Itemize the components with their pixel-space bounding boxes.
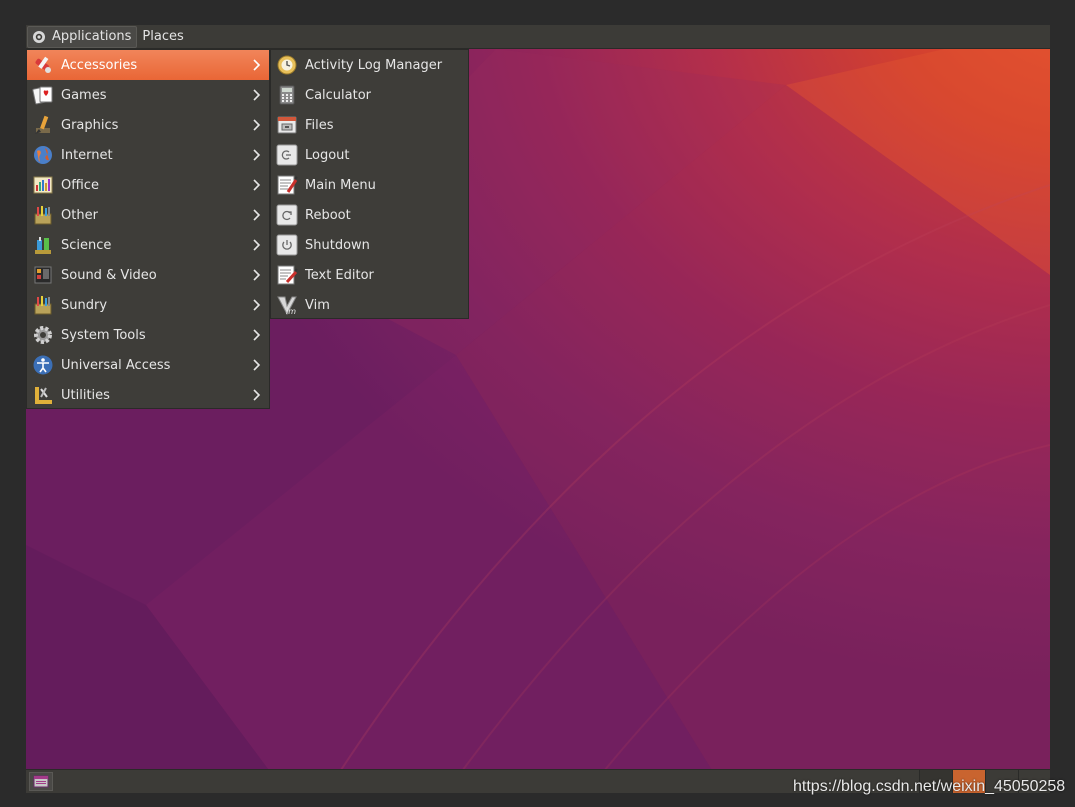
vim-icon: im bbox=[277, 296, 297, 316]
calculator-icon bbox=[279, 85, 295, 105]
internet-icon bbox=[34, 146, 52, 164]
graphics-icon bbox=[35, 115, 50, 134]
gnome-foot-icon bbox=[33, 30, 45, 43]
menu-item-label: Office bbox=[61, 177, 99, 193]
office-icon bbox=[33, 176, 53, 194]
menu-item-sundry[interactable]: Sundry bbox=[27, 290, 269, 320]
submenu-item-main-menu[interactable]: Main Menu bbox=[271, 170, 468, 200]
chevron-right-icon bbox=[253, 239, 261, 251]
utilities-icon bbox=[35, 387, 52, 404]
submenu-item-activity-log-manager[interactable]: Activity Log Manager bbox=[271, 50, 468, 80]
other-icon bbox=[34, 206, 52, 225]
menu-item-graphics[interactable]: Graphics bbox=[27, 110, 269, 140]
menu-item-label: Sound & Video bbox=[61, 267, 157, 283]
submenu-item-label: Vim bbox=[305, 297, 330, 313]
submenu-item-logout[interactable]: Logout bbox=[271, 140, 468, 170]
activity-log-icon bbox=[277, 55, 297, 75]
menu-item-games[interactable]: Games bbox=[27, 80, 269, 110]
submenu-item-files[interactable]: Files bbox=[271, 110, 468, 140]
submenu-item-label: Main Menu bbox=[305, 177, 376, 193]
menu-item-label: Sundry bbox=[61, 297, 108, 313]
menu-item-office[interactable]: Office bbox=[27, 170, 269, 200]
files-icon bbox=[277, 116, 297, 134]
places-menu-button[interactable]: Places bbox=[138, 26, 188, 48]
menu-item-label: Universal Access bbox=[61, 357, 171, 373]
submenu-item-label: Logout bbox=[305, 147, 350, 163]
menu-item-label: Internet bbox=[61, 147, 113, 163]
chevron-right-icon bbox=[253, 89, 261, 101]
universal-access-icon bbox=[33, 355, 53, 375]
science-icon bbox=[35, 237, 51, 254]
logout-icon bbox=[276, 144, 298, 166]
desktop[interactable]: Applications Places Accessories Games Gr… bbox=[26, 25, 1050, 793]
main-menu-icon bbox=[277, 175, 298, 195]
menu-item-label: Graphics bbox=[61, 117, 119, 133]
menu-item-utilities[interactable]: Utilities bbox=[27, 380, 269, 410]
applications-menu-button[interactable]: Applications bbox=[27, 25, 138, 48]
svg-text:im: im bbox=[286, 307, 296, 316]
submenu-item-text-editor[interactable]: Text Editor bbox=[271, 260, 468, 290]
submenu-item-label: Files bbox=[305, 117, 334, 133]
submenu-item-calculator[interactable]: Calculator bbox=[271, 80, 468, 110]
applications-label: Applications bbox=[52, 29, 132, 44]
show-desktop-button[interactable] bbox=[29, 772, 53, 791]
menu-item-universal-access[interactable]: Universal Access bbox=[27, 350, 269, 380]
submenu-item-label: Calculator bbox=[305, 87, 372, 103]
sundry-icon bbox=[34, 296, 52, 315]
chevron-right-icon bbox=[253, 269, 261, 281]
chevron-right-icon bbox=[253, 59, 261, 71]
menu-item-label: Other bbox=[61, 207, 98, 223]
submenu-item-reboot[interactable]: Reboot bbox=[271, 200, 468, 230]
chevron-right-icon bbox=[253, 359, 261, 371]
menu-item-label: Utilities bbox=[61, 387, 110, 403]
accessories-submenu: Activity Log Manager Calculator Files Lo… bbox=[270, 49, 469, 319]
submenu-item-label: Reboot bbox=[305, 207, 351, 223]
menu-item-other[interactable]: Other bbox=[27, 200, 269, 230]
menu-item-label: Games bbox=[61, 87, 107, 103]
applications-menu: Accessories Games Graphics Internet Offi… bbox=[26, 49, 270, 409]
menu-item-internet[interactable]: Internet bbox=[27, 140, 269, 170]
submenu-item-label: Text Editor bbox=[305, 267, 374, 283]
chevron-right-icon bbox=[253, 299, 261, 311]
menu-item-label: Science bbox=[61, 237, 112, 253]
menu-item-label: System Tools bbox=[61, 327, 146, 343]
watermark-text: https://blog.csdn.net/weixin_45050258 bbox=[793, 778, 1066, 795]
menu-item-accessories[interactable]: Accessories bbox=[27, 50, 269, 80]
accessories-icon bbox=[35, 56, 51, 73]
menu-item-system-tools[interactable]: System Tools bbox=[27, 320, 269, 350]
top-panel: Applications Places bbox=[26, 25, 1050, 49]
chevron-right-icon bbox=[253, 119, 261, 131]
chevron-right-icon bbox=[253, 389, 261, 401]
chevron-right-icon bbox=[253, 209, 261, 221]
chevron-right-icon bbox=[253, 329, 261, 341]
menu-item-label: Accessories bbox=[61, 57, 138, 73]
text-editor-icon bbox=[277, 265, 298, 285]
submenu-item-label: Activity Log Manager bbox=[305, 57, 443, 73]
games-icon bbox=[32, 86, 53, 105]
submenu-item-label: Shutdown bbox=[305, 237, 370, 253]
submenu-item-shutdown[interactable]: Shutdown bbox=[271, 230, 468, 260]
reboot-icon bbox=[276, 204, 298, 226]
show-desktop-icon bbox=[33, 775, 49, 788]
submenu-item-vim[interactable]: im Vim bbox=[271, 290, 468, 320]
system-tools-icon bbox=[34, 326, 52, 344]
sound-video-icon bbox=[34, 266, 52, 284]
menu-item-sound-video[interactable]: Sound & Video bbox=[27, 260, 269, 290]
chevron-right-icon bbox=[253, 179, 261, 191]
menu-item-science[interactable]: Science bbox=[27, 230, 269, 260]
chevron-right-icon bbox=[253, 149, 261, 161]
places-label: Places bbox=[142, 29, 184, 44]
shutdown-icon bbox=[276, 234, 298, 256]
